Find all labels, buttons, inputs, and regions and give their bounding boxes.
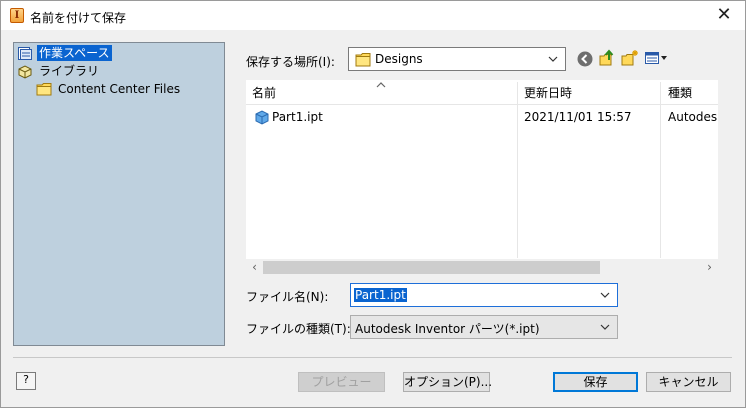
part-file-icon — [254, 109, 270, 128]
location-value: Designs — [375, 52, 423, 66]
file-name-cell: Part1.ipt — [272, 110, 323, 124]
scroll-left-icon[interactable]: ‹ — [246, 259, 263, 276]
workspace-icon — [17, 46, 33, 65]
filetype-select[interactable]: Autodesk Inventor パーツ(*.ipt) — [350, 315, 618, 339]
column-header-name[interactable]: 名前 — [252, 82, 276, 104]
folder-icon — [36, 82, 52, 100]
file-type-cell: Autodesk — [668, 110, 718, 124]
options-button[interactable]: オプション(P)... — [403, 372, 492, 392]
library-icon — [17, 64, 33, 83]
chevron-down-icon — [599, 320, 611, 334]
location-combo[interactable]: Designs — [348, 47, 566, 71]
filetype-label: ファイルの種類(T): — [246, 322, 351, 336]
folder-icon — [355, 52, 371, 70]
filename-label: ファイル名(N): — [246, 290, 329, 304]
sidebar-item-label: ライブラリ — [39, 64, 100, 78]
file-modified-cell: 2021/11/01 15:57 — [524, 110, 632, 124]
preview-button[interactable]: プレビュー — [298, 372, 385, 392]
column-header-type[interactable]: 種類 — [668, 82, 692, 104]
header-divider — [246, 104, 718, 105]
footer-divider — [13, 357, 732, 358]
title-bar: I 名前を付けて保存 ✕ — [0, 0, 746, 30]
scroll-right-icon[interactable]: › — [701, 259, 718, 276]
up-folder-icon[interactable] — [598, 49, 616, 67]
inventor-app-icon: I — [10, 8, 24, 23]
filename-input[interactable]: Part1.ipt — [350, 283, 618, 307]
sidebar-item-label: 作業スペース — [37, 45, 112, 61]
chevron-down-icon — [547, 52, 559, 66]
help-button[interactable]: ? — [16, 372, 36, 390]
view-menu-icon[interactable] — [644, 49, 670, 67]
close-button[interactable]: ✕ — [711, 4, 737, 26]
column-divider[interactable] — [517, 82, 518, 258]
sort-ascending-icon — [376, 82, 386, 88]
location-pane: 作業スペース ライブラリ Content Center Files — [13, 42, 225, 346]
column-divider[interactable] — [660, 82, 661, 258]
filetype-value: Autodesk Inventor パーツ(*.ipt) — [355, 322, 540, 336]
chevron-down-icon[interactable] — [599, 288, 611, 302]
window-title: 名前を付けて保存 — [30, 11, 127, 25]
new-folder-icon[interactable] — [621, 49, 639, 67]
filename-value: Part1.ipt — [354, 288, 407, 302]
scrollbar-thumb[interactable] — [263, 261, 600, 274]
location-label: 保存する場所(I): — [246, 55, 335, 69]
cancel-button[interactable]: キャンセル — [646, 372, 731, 392]
save-button[interactable]: 保存 — [553, 372, 638, 392]
column-header-modified[interactable]: 更新日時 — [524, 82, 572, 104]
sidebar-item-label: Content Center Files — [58, 82, 181, 96]
back-icon[interactable] — [576, 50, 594, 68]
horizontal-scrollbar[interactable]: ‹ › — [246, 259, 718, 276]
